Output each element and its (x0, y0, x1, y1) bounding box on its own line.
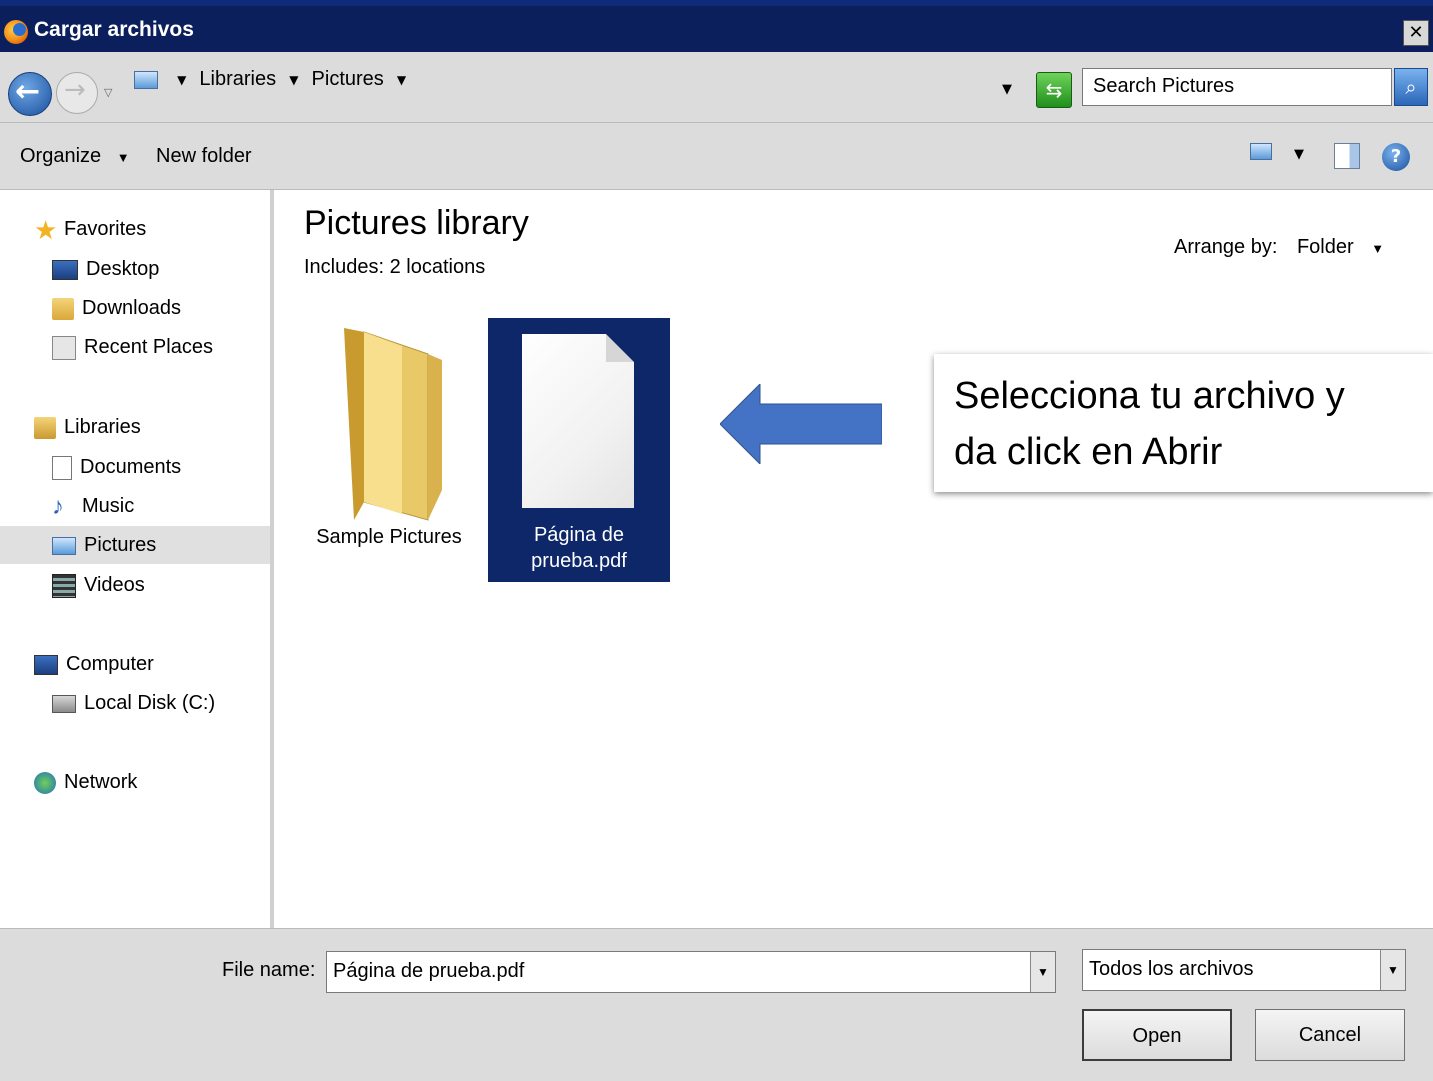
search-input[interactable]: Search Pictures (1082, 68, 1392, 106)
title-bar: Cargar archivos ✕ (0, 0, 1433, 52)
window-title: Cargar archivos (34, 18, 194, 41)
file-name-value: Página de prueba.pdf (333, 960, 525, 982)
chevron-right-icon[interactable]: ▼ (177, 73, 186, 87)
forward-button[interactable] (56, 72, 98, 114)
sidebar-item-recent-places[interactable]: Recent Places (52, 328, 213, 366)
view-dropdown[interactable]: ▼ (1294, 147, 1304, 162)
chevron-down-icon[interactable]: ▼ (1371, 241, 1384, 256)
annotation-arrow-icon (720, 384, 882, 464)
preview-pane-button[interactable] (1334, 143, 1360, 173)
pdf-file-icon (522, 334, 634, 508)
folder-icon (344, 328, 442, 521)
organize-button[interactable]: Organize ▼ (20, 145, 130, 168)
file-type-dropdown[interactable]: ▼ (1380, 950, 1405, 990)
sidebar-item-desktop[interactable]: Desktop (52, 250, 159, 288)
recent-places-icon (52, 335, 76, 360)
file-name: Sample Pictures (316, 526, 462, 548)
videos-icon (52, 573, 76, 598)
search-icon[interactable]: ⌕ (1394, 68, 1428, 106)
chevron-right-icon[interactable]: ▼ (289, 73, 298, 87)
sidebar-item-label: Documents (80, 456, 182, 478)
recent-pages-dropdown[interactable]: ▽ (104, 86, 112, 99)
new-folder-button[interactable]: New folder (156, 145, 252, 168)
file-name-line1: Página de (533, 524, 625, 546)
annotation-line1: Selecciona tu archivo y (954, 375, 1345, 417)
sidebar-item-computer[interactable]: Computer (34, 645, 154, 683)
desktop-icon (52, 259, 78, 280)
star-icon: ★ (34, 214, 58, 245)
view-options-button[interactable] (1250, 143, 1272, 164)
library-title: Pictures library (304, 204, 529, 242)
pictures-icon (134, 70, 158, 89)
navigation-pane: ★ Favorites Desktop Downloads Recent Plac… (0, 190, 274, 928)
cancel-button[interactable]: Cancel (1255, 1009, 1405, 1061)
address-bar[interactable]: ▼ Libraries ▼ Pictures ▼ (124, 68, 1024, 104)
arrange-label: Arrange by: (1174, 236, 1278, 258)
disk-icon (52, 694, 76, 713)
annotation-line2: da click en Abrir (954, 431, 1223, 473)
arrange-value[interactable]: Folder (1297, 236, 1354, 258)
sidebar-item-label: Computer (66, 653, 154, 675)
chevron-down-icon[interactable]: ▼ (397, 73, 406, 87)
pictures-icon (52, 536, 76, 555)
file-item-sample-pictures[interactable]: Sample Pictures (298, 318, 480, 582)
file-name-label: File name: (222, 959, 316, 981)
address-bar-row: ▽ ▼ Libraries ▼ Pictures ▼ ▼ ⇆ Search Pi… (0, 52, 1433, 123)
file-name-line2: prueba.pdf (531, 550, 627, 572)
sidebar-item-libraries[interactable]: Libraries (34, 408, 141, 446)
sidebar-item-music[interactable]: ♪ Music (52, 487, 134, 525)
close-button[interactable]: ✕ (1403, 20, 1429, 46)
sidebar-item-documents[interactable]: Documents (52, 448, 181, 486)
file-name-input[interactable]: Página de prueba.pdf ▼ (326, 951, 1056, 993)
annotation-callout: Selecciona tu archivo y da click en Abri… (934, 354, 1433, 492)
arrange-by[interactable]: Arrange by: Folder ▼ (1174, 236, 1384, 259)
dialog-footer: File name: Página de prueba.pdf ▼ Todos … (0, 928, 1433, 1081)
library-locations[interactable]: Includes: 2 locations (304, 256, 485, 279)
file-type-value: Todos los archivos (1089, 958, 1254, 980)
refresh-button[interactable]: ⇆ (1036, 72, 1072, 108)
libraries-icon (34, 416, 56, 439)
command-toolbar: Organize ▼ New folder ▼ ? (0, 123, 1433, 190)
sidebar-item-favorites[interactable]: ★ Favorites (34, 210, 146, 248)
chevron-down-icon: ▼ (116, 150, 130, 165)
breadcrumb-pictures[interactable]: Pictures (312, 68, 384, 90)
computer-icon (34, 654, 58, 675)
sidebar-item-downloads[interactable]: Downloads (52, 289, 181, 327)
sidebar-item-label: Favorites (64, 218, 147, 240)
file-name: Página de prueba.pdf (488, 522, 670, 574)
sidebar-item-label: Libraries (64, 416, 141, 438)
sidebar-item-label: Recent Places (84, 336, 213, 358)
file-type-select[interactable]: Todos los archivos ▼ (1082, 949, 1406, 991)
sidebar-item-label: Network (64, 771, 138, 793)
sidebar-item-label: Local Disk (C:) (84, 692, 216, 714)
sidebar-item-pictures[interactable]: Pictures (0, 526, 270, 564)
sidebar-item-label: Downloads (82, 297, 181, 319)
music-icon: ♪ (52, 492, 64, 520)
file-name-dropdown[interactable]: ▼ (1030, 952, 1055, 992)
file-item-pagina-de-prueba[interactable]: Página de prueba.pdf (488, 318, 670, 582)
open-button[interactable]: Open (1082, 1009, 1232, 1061)
back-button[interactable] (8, 72, 52, 116)
help-button[interactable]: ? (1382, 143, 1410, 171)
breadcrumb-libraries[interactable]: Libraries (199, 68, 276, 90)
help-icon: ? (1382, 143, 1410, 171)
downloads-icon (52, 297, 74, 320)
organize-label: Organize (20, 145, 102, 167)
sidebar-item-label: Videos (84, 574, 145, 596)
sidebar-item-local-disk[interactable]: Local Disk (C:) (52, 684, 215, 722)
change-view-icon (1250, 143, 1272, 160)
preview-pane-icon (1334, 143, 1360, 169)
documents-icon (52, 455, 72, 480)
file-list-pane: Pictures library Includes: 2 locations A… (274, 190, 1433, 928)
sidebar-item-videos[interactable]: Videos (52, 566, 145, 604)
sidebar-item-label: Pictures (84, 534, 157, 556)
address-history-dropdown[interactable]: ▼ (1002, 82, 1012, 97)
sidebar-item-label: Music (82, 495, 135, 517)
firefox-icon (4, 20, 28, 44)
sidebar-item-network[interactable]: Network (34, 763, 137, 801)
network-icon (34, 771, 56, 794)
sidebar-item-label: Desktop (86, 258, 160, 280)
